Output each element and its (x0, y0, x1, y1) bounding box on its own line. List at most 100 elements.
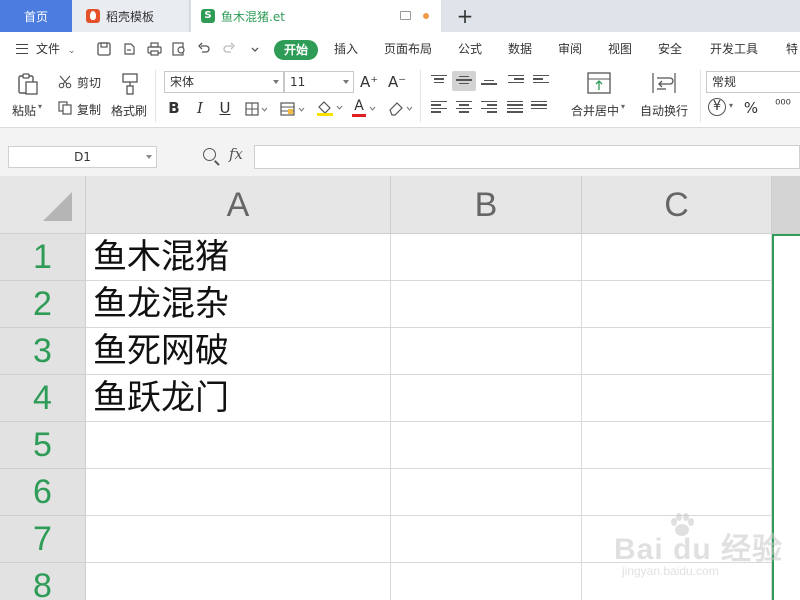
copy-label[interactable]: 复制 (77, 101, 101, 118)
row-header[interactable]: 3 (0, 328, 86, 375)
cell-a7[interactable] (86, 516, 391, 563)
thousands-separator-button[interactable]: ⁰⁰⁰ (770, 96, 796, 116)
align-bottom-icon[interactable] (481, 77, 497, 89)
tab-view[interactable]: 视图 (608, 32, 632, 66)
cell-c2[interactable] (582, 281, 772, 328)
align-center-icon[interactable] (456, 101, 472, 113)
cell-c4[interactable] (582, 375, 772, 422)
align-middle-icon[interactable] (456, 76, 472, 88)
zoom-icon[interactable] (203, 148, 216, 161)
cell-b7[interactable] (391, 516, 582, 563)
font-color-button[interactable]: A (352, 98, 380, 122)
tab-security[interactable]: 安全 (658, 32, 682, 66)
paste-dropdown-icon[interactable]: ▾ (38, 102, 42, 111)
new-tab-button[interactable]: + (455, 4, 475, 28)
tab-docer-templates[interactable]: 稻壳模板 (72, 0, 190, 32)
currency-dropdown-icon[interactable]: ▾ (729, 101, 733, 110)
cell-a3[interactable]: 鱼死网破 (86, 328, 391, 375)
screen-icon[interactable] (400, 11, 411, 20)
formula-input[interactable] (254, 145, 800, 169)
tab-developer[interactable]: 开发工具 (710, 32, 758, 66)
bold-button[interactable]: B (166, 98, 182, 118)
tab-review[interactable]: 审阅 (558, 32, 582, 66)
file-menu[interactable]: 文件 ⌄ (36, 32, 75, 66)
cell-c7[interactable] (582, 516, 772, 563)
cell-a5[interactable] (86, 422, 391, 469)
redo-icon[interactable] (221, 42, 237, 56)
row-header[interactable]: 2 (0, 281, 86, 328)
cell-c5[interactable] (582, 422, 772, 469)
row-header[interactable]: 7 (0, 516, 86, 563)
cell-a8[interactable] (86, 563, 391, 600)
cell-a1[interactable]: 鱼木混猪 (86, 234, 391, 281)
cell-a6[interactable] (86, 469, 391, 516)
name-box[interactable]: D1 (8, 146, 157, 168)
tab-insert[interactable]: 插入 (334, 32, 358, 66)
row-header[interactable]: 1 (0, 234, 86, 281)
row-header[interactable]: 4 (0, 375, 86, 422)
wrap-text-label[interactable]: 自动换行 (640, 102, 688, 119)
decrease-indent-icon[interactable] (508, 75, 524, 87)
cell-b4[interactable] (391, 375, 582, 422)
merge-dropdown-icon[interactable]: ▾ (621, 102, 625, 111)
tab-page-layout[interactable]: 页面布局 (384, 32, 432, 66)
undo-icon[interactable] (196, 42, 212, 56)
number-format-select[interactable]: 常规 (706, 71, 800, 93)
borders-button[interactable] (245, 101, 269, 120)
cut-button[interactable] (58, 74, 72, 93)
cell-b5[interactable] (391, 422, 582, 469)
column-header-b[interactable]: B (391, 176, 582, 234)
insert-function-icon[interactable]: fx (229, 145, 243, 163)
copy-button[interactable] (58, 100, 72, 119)
tab-start[interactable]: 开始 (274, 40, 318, 60)
row-header[interactable]: 5 (0, 422, 86, 469)
selected-cell-d1[interactable] (772, 234, 800, 600)
row-header[interactable]: 8 (0, 563, 86, 600)
tab-formulas[interactable]: 公式 (458, 32, 482, 66)
tab-current-file[interactable]: S 鱼木混猪.et (191, 0, 441, 32)
cell-c1[interactable] (582, 234, 772, 281)
customize-quick-access-icon[interactable] (247, 42, 263, 56)
increase-font-size-button[interactable]: A⁺ (360, 72, 378, 92)
cell-style-button[interactable] (280, 101, 306, 120)
hamburger-menu-icon[interactable] (16, 44, 28, 54)
save-icon[interactable] (96, 42, 112, 56)
merge-center-button[interactable] (587, 72, 611, 98)
cut-label[interactable]: 剪切 (77, 74, 101, 91)
tab-data[interactable]: 数据 (508, 32, 532, 66)
cell-b1[interactable] (391, 234, 582, 281)
font-size-select[interactable]: 11 (284, 71, 354, 93)
font-name-select[interactable]: 宋体 (164, 71, 284, 93)
export-pdf-icon[interactable] (121, 42, 137, 56)
print-icon[interactable] (146, 42, 162, 56)
align-left-icon[interactable] (431, 101, 447, 113)
fill-color-button[interactable] (316, 99, 344, 121)
cell-c8[interactable] (582, 563, 772, 600)
underline-button[interactable]: U (217, 98, 233, 118)
clear-button[interactable] (387, 99, 415, 121)
cell-a2[interactable]: 鱼龙混杂 (86, 281, 391, 328)
merge-center-label[interactable]: 合并居中 (571, 102, 619, 119)
column-header-c[interactable]: C (582, 176, 772, 234)
format-painter-button[interactable] (120, 72, 140, 100)
paste-button[interactable] (16, 72, 40, 100)
column-header-d[interactable] (772, 176, 800, 234)
cell-c3[interactable] (582, 328, 772, 375)
align-right-icon[interactable] (481, 101, 497, 113)
justify-icon[interactable] (507, 101, 523, 113)
decrease-font-size-button[interactable]: A⁻ (388, 72, 406, 92)
cell-b3[interactable] (391, 328, 582, 375)
italic-button[interactable]: I (192, 98, 208, 118)
select-all-button[interactable] (0, 176, 86, 234)
increase-indent-icon[interactable] (533, 75, 549, 87)
cell-b2[interactable] (391, 281, 582, 328)
row-header[interactable]: 6 (0, 469, 86, 516)
cell-c6[interactable] (582, 469, 772, 516)
print-preview-icon[interactable] (171, 42, 187, 56)
currency-button[interactable]: ¥ (708, 98, 726, 116)
percent-button[interactable]: % (742, 98, 760, 118)
tab-home[interactable]: 首页 (0, 0, 72, 32)
wrap-text-button[interactable] (652, 72, 676, 98)
align-top-icon[interactable] (431, 75, 447, 87)
cell-a4[interactable]: 鱼跃龙门 (86, 375, 391, 422)
